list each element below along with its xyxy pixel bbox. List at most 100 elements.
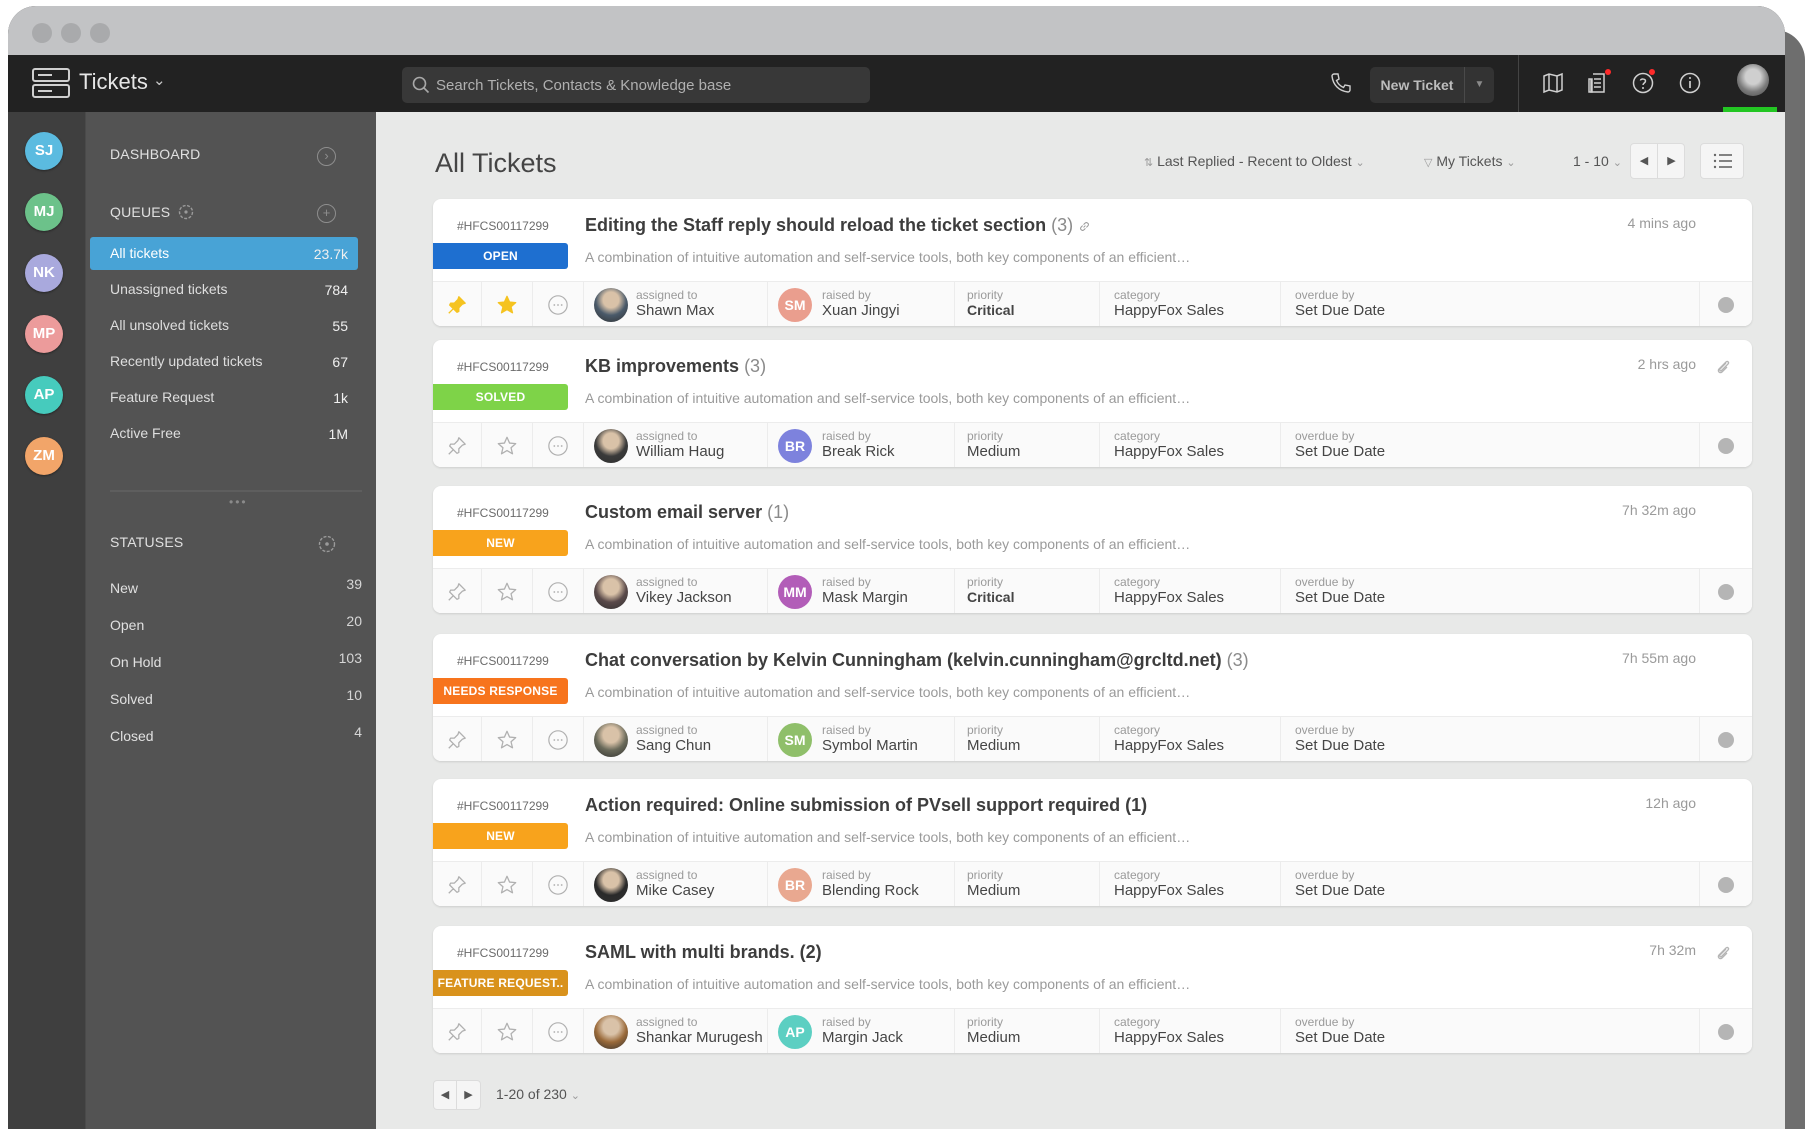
status-item[interactable]: Closed 4 <box>110 724 362 752</box>
more-actions-button[interactable] <box>533 423 584 467</box>
statuses-settings-gear-icon[interactable] <box>317 534 337 554</box>
filter-dropdown[interactable]: ▽ My Tickets ⌄ <box>1424 153 1516 169</box>
star-button[interactable] <box>482 569 533 613</box>
queue-item[interactable]: All unsolved tickets 55 <box>90 309 358 342</box>
category-field[interactable]: category HappyFox Sales <box>1100 717 1281 761</box>
agent-avatar[interactable]: MP <box>25 315 63 353</box>
map-icon[interactable] <box>1541 71 1565 95</box>
category-field[interactable]: category HappyFox Sales <box>1100 569 1281 613</box>
prev-page-button[interactable]: ◀ <box>1631 144 1658 178</box>
agent-avatar[interactable]: MJ <box>25 193 63 231</box>
queue-item[interactable]: Unassigned tickets 784 <box>90 273 358 306</box>
requester-field[interactable]: BR raised by Break Rick <box>768 423 955 467</box>
agent-avatar[interactable]: SJ <box>25 132 63 170</box>
due-date-field[interactable]: overdue by Set Due Date <box>1281 862 1700 906</box>
status-item[interactable]: New 39 <box>110 576 362 604</box>
pin-button[interactable] <box>433 569 482 613</box>
next-page-button[interactable]: ▶ <box>457 1081 480 1109</box>
requester-field[interactable]: MM raised by Mask Margin <box>768 569 955 613</box>
due-date-field[interactable]: overdue by Set Due Date <box>1281 717 1700 761</box>
priority-field[interactable]: priority Medium <box>955 423 1100 467</box>
sidebar-resize-grip[interactable]: ••• <box>229 495 248 509</box>
assignee-field[interactable]: assigned to Vikey Jackson <box>584 569 768 613</box>
new-ticket-dropdown-button[interactable]: ▼ <box>1464 67 1494 103</box>
more-actions-button[interactable] <box>533 717 584 761</box>
window-minimize-button[interactable] <box>61 23 81 43</box>
ticket-card[interactable]: #HFCS00117299 OPEN Editing the Staff rep… <box>433 199 1752 326</box>
ticket-card[interactable]: #HFCS00117299 NEW Custom email server (1… <box>433 486 1752 613</box>
category-field[interactable]: category HappyFox Sales <box>1100 423 1281 467</box>
queue-item[interactable]: Feature Request 1k <box>90 381 358 414</box>
page-range-dropdown[interactable]: 1-20 of 230 ⌄ <box>496 1086 580 1102</box>
star-button[interactable] <box>482 717 533 761</box>
list-view-toggle[interactable] <box>1700 143 1744 179</box>
prev-page-button[interactable]: ◀ <box>434 1081 457 1109</box>
more-actions-button[interactable] <box>533 569 584 613</box>
phone-icon[interactable] <box>1329 71 1353 95</box>
info-icon[interactable] <box>1678 71 1702 95</box>
assignee-field[interactable]: assigned to Shankar Murugesh <box>584 1009 768 1053</box>
status-item[interactable]: Open 20 <box>110 613 362 641</box>
category-field[interactable]: category HappyFox Sales <box>1100 862 1281 906</box>
per-page-dropdown[interactable]: 1 - 10 ⌄ <box>1573 153 1622 169</box>
dashboard-arrow-icon[interactable]: › <box>317 147 336 166</box>
status-item[interactable]: Solved 10 <box>110 687 362 715</box>
requester-field[interactable]: SM raised by Symbol Martin <box>768 717 955 761</box>
pin-button[interactable] <box>433 717 482 761</box>
agent-avatar[interactable]: ZM <box>25 437 63 475</box>
priority-field[interactable]: priority Medium <box>955 717 1100 761</box>
due-date-field[interactable]: overdue by Set Due Date <box>1281 423 1700 467</box>
ticket-subject[interactable]: Chat conversation by Kelvin Cunningham (… <box>585 650 1249 671</box>
window-maximize-button[interactable] <box>90 23 110 43</box>
category-field[interactable]: category HappyFox Sales <box>1100 1009 1281 1053</box>
ticket-subject[interactable]: KB improvements (3) <box>585 356 766 377</box>
queues-settings-gear-icon[interactable] <box>177 203 195 221</box>
status-item[interactable]: On Hold 103 <box>110 650 362 678</box>
ticket-subject[interactable]: Editing the Staff reply should reload th… <box>585 215 1091 236</box>
assignee-field[interactable]: assigned to Shawn Max <box>584 282 768 326</box>
more-actions-button[interactable] <box>533 282 584 326</box>
more-actions-button[interactable] <box>533 1009 584 1053</box>
assignee-field[interactable]: assigned to Sang Chun <box>584 717 768 761</box>
priority-field[interactable]: priority Critical <box>955 569 1100 613</box>
requester-field[interactable]: AP raised by Margin Jack <box>768 1009 955 1053</box>
star-button[interactable] <box>482 1009 533 1053</box>
queue-item[interactable]: Recently updated tickets 67 <box>90 345 358 378</box>
agent-avatar[interactable]: NK <box>25 254 63 292</box>
pin-button[interactable] <box>433 1009 482 1053</box>
star-button[interactable] <box>482 862 533 906</box>
priority-field[interactable]: priority Medium <box>955 1009 1100 1053</box>
ticket-card[interactable]: #HFCS00117299 FEATURE REQUEST.. SAML wit… <box>433 926 1752 1053</box>
due-date-field[interactable]: overdue by Set Due Date <box>1281 569 1700 613</box>
more-actions-button[interactable] <box>533 862 584 906</box>
new-ticket-button[interactable]: New Ticket <box>1370 67 1464 103</box>
assignee-field[interactable]: assigned to William Haug <box>584 423 768 467</box>
priority-field[interactable]: priority Medium <box>955 862 1100 906</box>
ticket-subject[interactable]: Action required: Online submission of PV… <box>585 795 1147 816</box>
ticket-subject[interactable]: SAML with multi brands. (2) <box>585 942 822 963</box>
window-close-button[interactable] <box>32 23 52 43</box>
star-button[interactable] <box>482 423 533 467</box>
ticket-card[interactable]: #HFCS00117299 SOLVED KB improvements (3)… <box>433 340 1752 467</box>
ticket-card[interactable]: #HFCS00117299 NEEDS RESPONSE Chat conver… <box>433 634 1752 761</box>
pin-button[interactable] <box>433 282 482 326</box>
priority-field[interactable]: priority Critical <box>955 282 1100 326</box>
pin-button[interactable] <box>433 862 482 906</box>
agent-avatar[interactable]: AP <box>25 376 63 414</box>
search-input[interactable] <box>436 67 856 103</box>
queue-item[interactable]: Active Free 1M <box>90 417 358 450</box>
ticket-subject[interactable]: Custom email server (1) <box>585 502 789 523</box>
add-queue-plus-icon[interactable]: + <box>317 204 336 223</box>
due-date-field[interactable]: overdue by Set Due Date <box>1281 1009 1700 1053</box>
requester-field[interactable]: SM raised by Xuan Jingyi <box>768 282 955 326</box>
star-button[interactable] <box>482 282 533 326</box>
due-date-field[interactable]: overdue by Set Due Date <box>1281 282 1700 326</box>
app-switcher[interactable]: Tickets <box>79 69 148 95</box>
queue-item[interactable]: All tickets 23.7k <box>90 237 358 270</box>
chevron-down-icon[interactable]: ⌄ <box>153 71 166 89</box>
sort-dropdown[interactable]: ⇅ Last Replied - Recent to Oldest ⌄ <box>1144 153 1365 169</box>
pin-button[interactable] <box>433 423 482 467</box>
ticket-card[interactable]: #HFCS00117299 NEW Action required: Onlin… <box>433 779 1752 906</box>
user-profile-avatar[interactable] <box>1737 64 1769 96</box>
assignee-field[interactable]: assigned to Mike Casey <box>584 862 768 906</box>
